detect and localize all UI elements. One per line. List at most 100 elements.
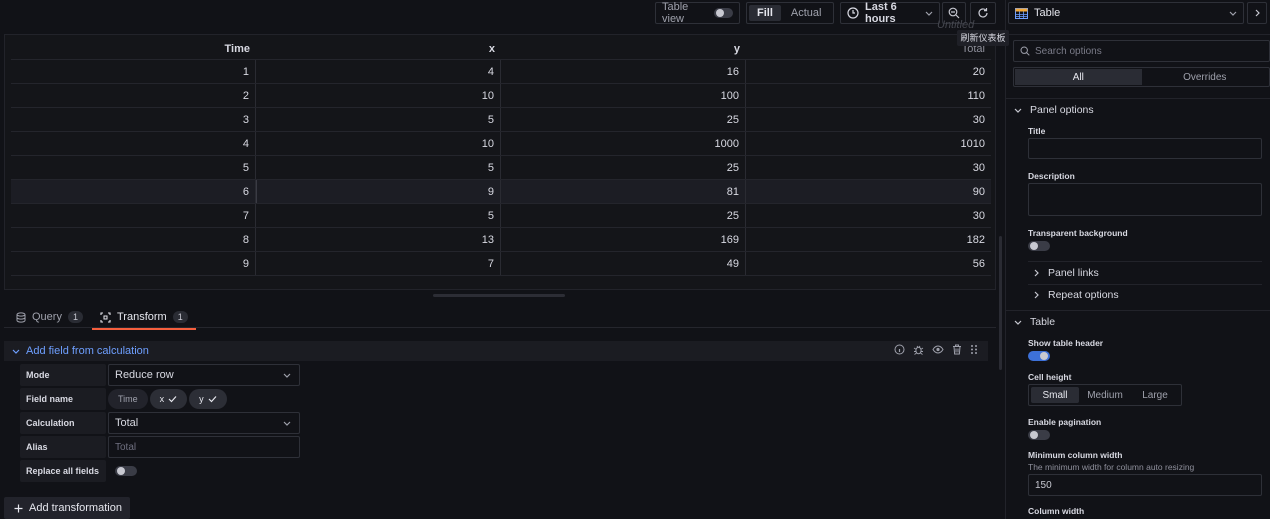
description-textarea[interactable] bbox=[1028, 183, 1262, 216]
options-pane: Table Search options All Overrides Panel… bbox=[1005, 0, 1270, 519]
table-cell: 25 bbox=[501, 204, 746, 227]
field-pill-time[interactable]: Time bbox=[108, 389, 148, 409]
column-header-x[interactable]: x bbox=[256, 38, 501, 59]
actual-option[interactable]: Actual bbox=[783, 5, 830, 21]
table-cell: 4 bbox=[11, 132, 256, 155]
chevron-down-icon bbox=[1014, 106, 1022, 114]
table-row: 2 10 100 110 bbox=[11, 84, 991, 108]
table-cell: 10 bbox=[256, 84, 501, 107]
transform-count-badge: 1 bbox=[172, 311, 188, 323]
table-cell: 169 bbox=[501, 228, 746, 251]
transparent-background-label: Transparent background bbox=[1028, 228, 1128, 238]
table-cell: 7 bbox=[11, 204, 256, 227]
title-input[interactable] bbox=[1028, 138, 1262, 159]
column-width-label: Column width bbox=[1028, 506, 1085, 516]
cell-height-switch: Small Medium Large bbox=[1028, 384, 1182, 406]
drag-handle-icon[interactable] bbox=[970, 344, 978, 355]
transformation-title: Add field from calculation bbox=[26, 345, 149, 357]
field-name-label: Field name bbox=[20, 388, 106, 410]
table-cell: 56 bbox=[972, 257, 985, 270]
mode-value: Reduce row bbox=[115, 369, 174, 381]
panel-links-section[interactable]: Panel links bbox=[1032, 267, 1099, 279]
table-view-switch[interactable] bbox=[713, 8, 733, 18]
search-icon bbox=[1020, 46, 1030, 56]
debug-icon[interactable] bbox=[913, 344, 924, 355]
pagination-toggle[interactable] bbox=[1028, 430, 1050, 440]
panel-resize-handle[interactable] bbox=[433, 294, 565, 297]
description-label: Description bbox=[1028, 171, 1075, 181]
table-cell: 30 bbox=[972, 113, 985, 126]
clock-icon bbox=[847, 7, 859, 19]
table-row: 9 7 49 56 bbox=[11, 252, 991, 276]
tab-query[interactable]: Query 1 bbox=[16, 306, 83, 328]
column-header-time[interactable]: Time bbox=[11, 38, 256, 59]
table-cell: 5 bbox=[256, 204, 501, 227]
eye-icon[interactable] bbox=[932, 344, 944, 355]
table-cell: 81 bbox=[501, 180, 746, 203]
table-header-row: Time x y Total bbox=[11, 38, 991, 60]
overrides-tab[interactable]: Overrides bbox=[1142, 69, 1269, 85]
visualization-picker[interactable]: Table bbox=[1008, 2, 1244, 24]
table-cell: 5 bbox=[11, 156, 256, 179]
calculation-label: Calculation bbox=[20, 412, 106, 434]
search-options-input[interactable]: Search options bbox=[1013, 40, 1270, 62]
table-cell: 1010 bbox=[960, 137, 985, 150]
replace-all-toggle[interactable] bbox=[115, 466, 137, 476]
min-column-width-input[interactable]: 150 bbox=[1028, 474, 1262, 496]
table-view-toggle[interactable]: Table view bbox=[655, 1, 740, 25]
table-section-title: Table bbox=[1030, 316, 1056, 328]
options-filter-switch: All Overrides bbox=[1013, 67, 1270, 87]
table-cell: 30 bbox=[972, 161, 985, 174]
table-cell: 9 bbox=[11, 252, 256, 275]
transformation-header[interactable]: Add field from calculation bbox=[4, 341, 988, 361]
transparent-background-toggle[interactable] bbox=[1028, 241, 1050, 251]
min-column-width-description: The minimum width for column auto resizi… bbox=[1028, 462, 1195, 472]
panel-options-section[interactable]: Panel options bbox=[1014, 104, 1094, 116]
cell-height-medium[interactable]: Medium bbox=[1081, 387, 1129, 403]
chevron-down-icon bbox=[283, 371, 291, 379]
check-icon bbox=[168, 395, 177, 403]
collapse-chevron-icon[interactable] bbox=[12, 347, 20, 355]
table-cell: 2 bbox=[11, 84, 256, 107]
editor-toolbar: Table view Fill Actual Last 6 hours Unti… bbox=[0, 0, 1000, 31]
transformation-actions bbox=[894, 344, 978, 355]
repeat-options-section[interactable]: Repeat options bbox=[1032, 289, 1119, 301]
table-row: 5 5 25 30 bbox=[11, 156, 991, 180]
time-range-picker[interactable]: Last 6 hours bbox=[840, 1, 940, 25]
add-transformation-button[interactable]: Add transformation bbox=[4, 497, 130, 519]
cell-height-large[interactable]: Large bbox=[1131, 387, 1179, 403]
field-pill-label: x bbox=[159, 394, 165, 404]
table-options-section[interactable]: Table bbox=[1014, 316, 1055, 328]
table-cell: 110 bbox=[967, 89, 985, 102]
editor-scrollbar[interactable] bbox=[999, 236, 1002, 370]
fill-option[interactable]: Fill bbox=[749, 5, 781, 21]
repeat-options-title: Repeat options bbox=[1048, 289, 1119, 301]
table-cell: 1000 bbox=[501, 132, 746, 155]
divider bbox=[1006, 310, 1270, 311]
column-header-y[interactable]: y bbox=[501, 38, 746, 59]
field-pill-x[interactable]: x bbox=[149, 389, 188, 409]
all-options-tab[interactable]: All bbox=[1015, 69, 1142, 85]
calculation-select[interactable]: Total bbox=[108, 412, 300, 434]
chevron-right-icon bbox=[1253, 9, 1261, 17]
collapse-options-button[interactable] bbox=[1247, 2, 1267, 24]
alias-input[interactable]: Total bbox=[108, 436, 300, 458]
mode-select[interactable]: Reduce row bbox=[108, 364, 300, 386]
trash-icon[interactable] bbox=[952, 344, 962, 355]
table-cell: 13 bbox=[256, 228, 501, 251]
divider bbox=[1006, 34, 1270, 35]
info-icon[interactable] bbox=[894, 344, 905, 355]
replace-all-row: Replace all fields bbox=[20, 460, 144, 482]
column-header-total[interactable]: Total bbox=[746, 38, 991, 59]
show-header-toggle[interactable] bbox=[1028, 351, 1050, 361]
table-cell: 4 bbox=[256, 60, 501, 83]
field-pill-y[interactable]: y bbox=[189, 389, 227, 409]
table-cell: 182 bbox=[966, 233, 985, 246]
refresh-icon bbox=[977, 7, 989, 19]
cell-height-small[interactable]: Small bbox=[1031, 387, 1079, 403]
table-cell: 90 bbox=[972, 185, 985, 198]
table-cell: 10 bbox=[256, 132, 501, 155]
table-viz-icon bbox=[1015, 7, 1028, 19]
tab-transform[interactable]: Transform 1 bbox=[92, 306, 196, 330]
chevron-right-icon bbox=[1032, 269, 1040, 277]
